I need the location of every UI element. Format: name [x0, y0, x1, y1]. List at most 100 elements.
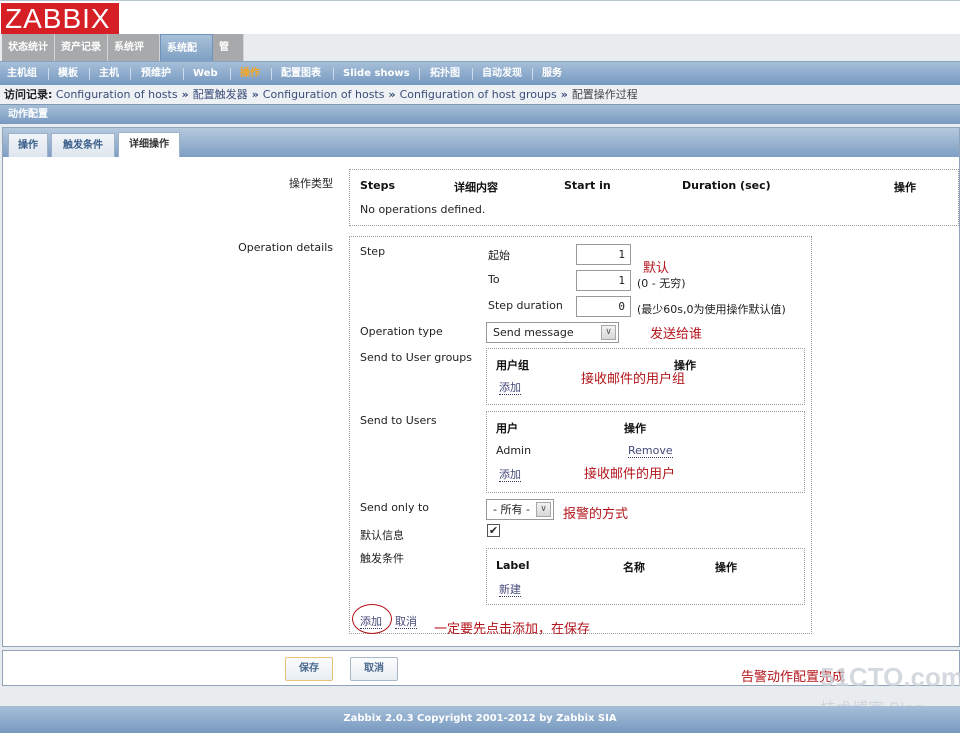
user-name: Admin	[496, 444, 532, 457]
step-duration-label: Step duration	[488, 299, 563, 312]
users-label: Send to Users	[360, 414, 437, 427]
sub-menu-slide-shows[interactable]: Slide shows	[343, 62, 410, 86]
operation-details-label: Operation details	[238, 241, 333, 254]
zabbix-logo[interactable]: ZABBIX	[1, 3, 119, 35]
dropdown-arrow-icon[interactable]: ∨	[601, 325, 616, 340]
breadcrumb-item[interactable]: Configuration of hosts	[263, 88, 385, 101]
breadcrumb-separator: »	[388, 88, 396, 101]
save-button[interactable]: 保存	[285, 657, 333, 681]
step-label: Step	[360, 245, 386, 258]
menu-separator	[89, 68, 90, 80]
add-user-group-link[interactable]: 添加	[499, 381, 521, 395]
cancel-operation-link[interactable]: 取消	[395, 615, 417, 629]
annotation-default: 默认	[643, 261, 670, 276]
new-condition-link[interactable]: 新建	[499, 583, 521, 597]
watermark: 51CTO.com	[820, 662, 960, 692]
footer-copyright: Zabbix 2.0.3 Copyright 2001-2012 by Zabb…	[0, 706, 960, 733]
breadcrumb-separator: »	[251, 88, 259, 101]
breadcrumb-separator: »	[181, 88, 189, 101]
tab-operations[interactable]: 详细操作	[118, 132, 180, 157]
conditions-label: 触发条件	[360, 552, 404, 565]
main-menu-configuration[interactable]: 系统配置	[160, 34, 213, 81]
operation-details-box: Step 起始 1 To 1 (0 - 无穷) Step duration 0 …	[349, 236, 812, 634]
annotation-recv-users: 接收邮件的用户	[584, 467, 676, 482]
menu-separator	[333, 68, 334, 80]
step-to-hint: (0 - 无穷)	[637, 277, 686, 290]
conditions-table: Label 名称 操作 新建	[486, 548, 805, 605]
breadcrumb-current[interactable]: 配置操作过程	[572, 88, 638, 101]
sub-menu-discovery[interactable]: 自动发现	[482, 62, 522, 86]
step-to-input[interactable]: 1	[576, 270, 631, 291]
main-menu-monitoring[interactable]: 状态统计	[2, 34, 55, 61]
menu-separator	[48, 68, 49, 80]
step-from-label: 起始	[488, 249, 510, 262]
column-header-details: 详细内容	[454, 181, 498, 194]
operations-label: 操作类型	[289, 177, 333, 190]
user-groups-label: Send to User groups	[360, 351, 472, 364]
operation-type-label: Operation type	[360, 325, 443, 338]
annotation-recv-groups: 接收邮件的用户组	[581, 372, 686, 387]
sub-menu-templates[interactable]: 模板	[58, 62, 78, 86]
default-message-label: 默认信息	[360, 529, 404, 542]
main-menu-reports[interactable]: 系统评估	[108, 34, 160, 80]
send-only-to-label: Send only to	[360, 501, 430, 514]
step-from-input[interactable]: 1	[576, 244, 631, 265]
default-message-checkbox[interactable]: ✔	[487, 524, 500, 537]
main-menu: 状态统计 资产记录 系统评估 系统配置 管理	[0, 34, 960, 81]
operations-table: Steps 详细内容 Start in Duration (sec) 操作 No…	[349, 169, 959, 226]
breadcrumb-item[interactable]: Configuration of host groups	[400, 88, 557, 101]
column-header-duration: Duration (sec)	[682, 179, 771, 192]
sub-menu-graphs[interactable]: 配置图表	[281, 62, 321, 86]
column-header-user: 用户	[496, 422, 518, 435]
sub-menu-hosts[interactable]: 主机	[99, 62, 119, 86]
annotation-must-add-first: 一定要先点击添加，在保存	[434, 622, 591, 637]
sub-menu-maintenance[interactable]: 预维护	[141, 62, 171, 86]
annotation-send-to-whom: 发送给谁	[650, 327, 703, 342]
menu-separator	[532, 68, 533, 80]
column-header-action: 操作	[715, 561, 737, 574]
column-header-name: 名称	[623, 561, 645, 574]
add-user-link[interactable]: 添加	[499, 468, 521, 482]
sub-menu-web[interactable]: Web	[193, 62, 218, 86]
annotation-alert-method: 报警的方式	[563, 507, 629, 522]
menu-separator	[419, 68, 420, 80]
breadcrumb-label: 访问记录:	[4, 88, 53, 101]
sub-menu-host-groups[interactable]: 主机组	[7, 62, 37, 86]
page-title: 动作配置	[0, 104, 960, 124]
column-header-action: 操作	[894, 181, 916, 194]
empty-operations-text: No operations defined.	[360, 203, 486, 216]
send-only-to-value: - 所有 -	[493, 503, 530, 516]
sub-menu-maps[interactable]: 拓扑图	[430, 62, 460, 86]
remove-user-link[interactable]: Remove	[628, 444, 673, 458]
menu-separator	[230, 68, 231, 80]
send-only-to-select[interactable]: - 所有 - ∨	[486, 499, 554, 520]
menu-separator	[271, 68, 272, 80]
sub-menu-actions[interactable]: 操作	[240, 62, 260, 86]
main-menu-inventory[interactable]: 资产记录	[55, 34, 108, 61]
operation-type-select[interactable]: Send message ∨	[486, 322, 619, 343]
step-duration-input[interactable]: 0	[576, 296, 631, 317]
step-to-label: To	[488, 273, 500, 286]
column-header-action: 操作	[624, 422, 646, 435]
dropdown-arrow-icon[interactable]: ∨	[536, 502, 551, 517]
column-header-label: Label	[496, 559, 530, 572]
menu-separator	[183, 68, 184, 80]
sub-menu: 主机组 模板 主机 预维护 Web 操作 配置图表 Slide shows 拓扑…	[0, 61, 960, 85]
tab-action[interactable]: 操作	[8, 133, 48, 157]
breadcrumb: 访问记录: Configuration of hosts» 配置触发器» Confi…	[0, 85, 960, 104]
column-header-user-group: 用户组	[496, 359, 529, 372]
breadcrumb-separator: »	[560, 88, 568, 101]
sub-menu-it-services[interactable]: 服务	[542, 62, 562, 86]
main-menu-administration[interactable]: 管理	[213, 34, 244, 80]
annotation-circle	[352, 604, 392, 634]
action-config-panel: 操作 触发条件 详细操作 操作类型 Steps 详细内容 Start in Du…	[2, 127, 960, 647]
cancel-button[interactable]: 取消	[350, 657, 398, 681]
breadcrumb-item[interactable]: Configuration of hosts	[56, 88, 178, 101]
column-header-start-in: Start in	[564, 179, 611, 192]
operation-type-value: Send message	[493, 326, 574, 339]
step-duration-hint: (最少60s,0为使用操作默认值)	[637, 303, 786, 316]
menu-separator	[472, 68, 473, 80]
tab-bar: 操作 触发条件 详细操作	[3, 128, 959, 157]
breadcrumb-item[interactable]: 配置触发器	[193, 88, 248, 101]
tab-conditions[interactable]: 触发条件	[51, 133, 115, 157]
